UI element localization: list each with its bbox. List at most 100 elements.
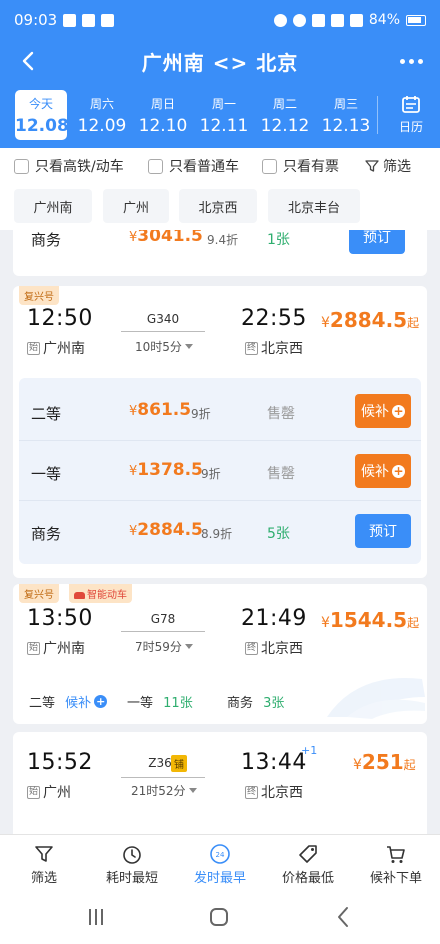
more-menu-button[interactable]: [396, 48, 426, 74]
seat-price: ¥861.5: [129, 400, 192, 420]
tab-waitlist-order[interactable]: 候补下单: [352, 835, 440, 891]
fuxing-tag: 复兴号: [19, 286, 59, 305]
date-tab[interactable]: 周二 12.12: [259, 90, 311, 140]
train-number: G78: [150, 612, 176, 626]
seat-list: 二等 ¥861.5 9折 售罄 候补 + 一等 ¥1378.5 9折 售罄 候补 +…: [19, 378, 421, 564]
back-chevron-icon: [338, 907, 348, 927]
system-nav-bar: [0, 890, 440, 944]
date-tab[interactable]: 周六 12.09: [76, 90, 128, 140]
svg-text:24: 24: [216, 851, 225, 859]
station-chip[interactable]: 广州: [103, 189, 169, 223]
signal-icon: [349, 13, 363, 27]
date-value: 12.10: [138, 116, 188, 136]
tab-earliest-departure[interactable]: 24 发时最早: [176, 835, 264, 891]
checkbox-label: 只看普通车: [169, 159, 239, 175]
date-value: 12.08: [15, 116, 69, 136]
plus-icon: +: [392, 403, 405, 418]
chevron-down-icon: [188, 788, 197, 793]
back-button[interactable]: [14, 46, 44, 76]
train-card-partial[interactable]: 商务 ¥3041.5 9.4折 1张 预订: [13, 230, 427, 276]
bottom-sort-bar: 筛选 耗时最短 24 发时最早 价格最低 候补下单: [0, 834, 440, 890]
seat-availability: 售罄: [267, 466, 295, 482]
plus-icon: +: [94, 695, 108, 708]
seat-row: 商务 ¥3041.5 9.4折 1张 预订: [19, 230, 421, 266]
date-weekday: 周三: [333, 97, 358, 111]
chevron-down-icon: [184, 644, 193, 649]
checkbox-label: 只看高铁/动车: [35, 159, 124, 175]
seat-row: 二等 ¥861.5 9折 售罄 候补 +: [19, 384, 421, 440]
recent-apps-icon: [89, 909, 103, 925]
calendar-button[interactable]: 日历: [386, 94, 436, 140]
train-card-z36[interactable]: 15:52 始广州 Z36 铺 21时52分 13:44 +1 终北京西 ¥25…: [13, 732, 427, 834]
station-chip[interactable]: 北京西: [179, 189, 257, 223]
tab-lowest-price[interactable]: 价格最低: [264, 835, 352, 891]
seat-name: 商务: [31, 231, 62, 249]
divider: [19, 440, 421, 441]
chevron-down-icon: [184, 344, 193, 349]
status-time: 09:03: [14, 11, 58, 29]
date-tab[interactable]: 周一 12.11: [198, 90, 250, 140]
arrival-time: 13:44: [241, 750, 307, 775]
station-chip[interactable]: 广州南: [14, 189, 92, 223]
book-button[interactable]: 预订: [349, 230, 405, 254]
only-highspeed-checkbox[interactable]: 只看高铁/动车: [14, 156, 124, 176]
tab-label: 筛选: [30, 871, 57, 886]
seat-price: ¥3041.5: [129, 230, 203, 246]
book-button[interactable]: 预订: [355, 514, 411, 548]
tab-shortest-duration[interactable]: 耗时最短: [88, 835, 176, 891]
date-value: 12.12: [260, 116, 310, 136]
train-number: G340: [146, 312, 180, 326]
seat-row: 一等 ¥1378.5 9折 售罄 候补 +: [19, 444, 421, 500]
waitlist-button[interactable]: 候补 +: [355, 454, 411, 488]
seat-price: ¥1378.5: [129, 460, 203, 480]
waitlist-button[interactable]: 候补 +: [355, 394, 411, 428]
seat-discount: 9.4折: [207, 233, 239, 247]
duration: 7时59分: [135, 638, 193, 655]
price-tag-icon: [299, 845, 317, 863]
train-list[interactable]: 商务 ¥3041.5 9.4折 1张 预订 复兴号 12:50 始广州南 G34…: [0, 230, 440, 834]
seat-discount: 8.9折: [201, 527, 233, 541]
date-tab[interactable]: 周三 12.13: [320, 90, 372, 140]
funnel-icon: [35, 846, 53, 862]
tab-label: 价格最低: [281, 871, 334, 886]
filter-label: 筛选: [383, 159, 411, 175]
fuxing-tag: 复兴号: [19, 584, 59, 603]
tab-label: 耗时最短: [105, 871, 158, 886]
departure-station: 始广州南: [27, 341, 86, 357]
seat-price: ¥2884.5: [129, 520, 203, 540]
tab-filter[interactable]: 筛选: [0, 835, 88, 891]
divider: [19, 500, 421, 501]
duration: 21时52分: [131, 782, 197, 799]
arrival-time: 22:55: [241, 306, 307, 331]
lowest-price: ¥1544.5起: [321, 608, 420, 632]
back-nav-button[interactable]: [330, 904, 358, 930]
date-tab-today[interactable]: 今天 12.08: [15, 90, 69, 140]
departure-time: 13:50: [27, 606, 93, 631]
only-available-checkbox[interactable]: 只看有票: [262, 156, 339, 176]
recent-apps-button[interactable]: [82, 904, 110, 930]
date-tab[interactable]: 周日 12.10: [137, 90, 189, 140]
seat-row: 商务 ¥2884.5 8.9折 5张 预订: [19, 504, 421, 560]
first-class-summary: 一等 11张: [127, 696, 193, 711]
departure-time: 15:52: [27, 750, 93, 775]
duration: 10时5分: [135, 338, 193, 355]
train-card-g78[interactable]: 复兴号 智能动车 13:50 始广州南 G78 7时59分 21:49 终北京西…: [13, 584, 427, 724]
funnel-icon: [365, 160, 379, 172]
checkbox-box: [14, 158, 29, 174]
mute-icon: [311, 13, 325, 27]
station-filter: 广州南 广州 北京西 北京丰台: [0, 184, 440, 230]
divider: [377, 96, 378, 134]
image-notification-icon: [63, 13, 77, 27]
home-button[interactable]: [205, 904, 233, 930]
train-card-g340[interactable]: 复兴号 12:50 始广州南 G340 10时5分 22:55 终北京西 ¥28…: [13, 286, 427, 578]
terminal-marker: 终: [245, 341, 259, 355]
terminal-marker: 终: [245, 785, 259, 799]
date-weekday: 周日: [150, 97, 175, 111]
only-normal-checkbox[interactable]: 只看普通车: [148, 156, 239, 176]
shopping-bag-icon: [101, 13, 115, 27]
lowest-price: ¥251起: [353, 750, 416, 774]
station-chip[interactable]: 北京丰台: [268, 189, 360, 223]
filter-button[interactable]: 筛选: [365, 156, 411, 176]
plus-icon: +: [392, 463, 405, 478]
arrival-station: 终北京西: [245, 641, 304, 657]
